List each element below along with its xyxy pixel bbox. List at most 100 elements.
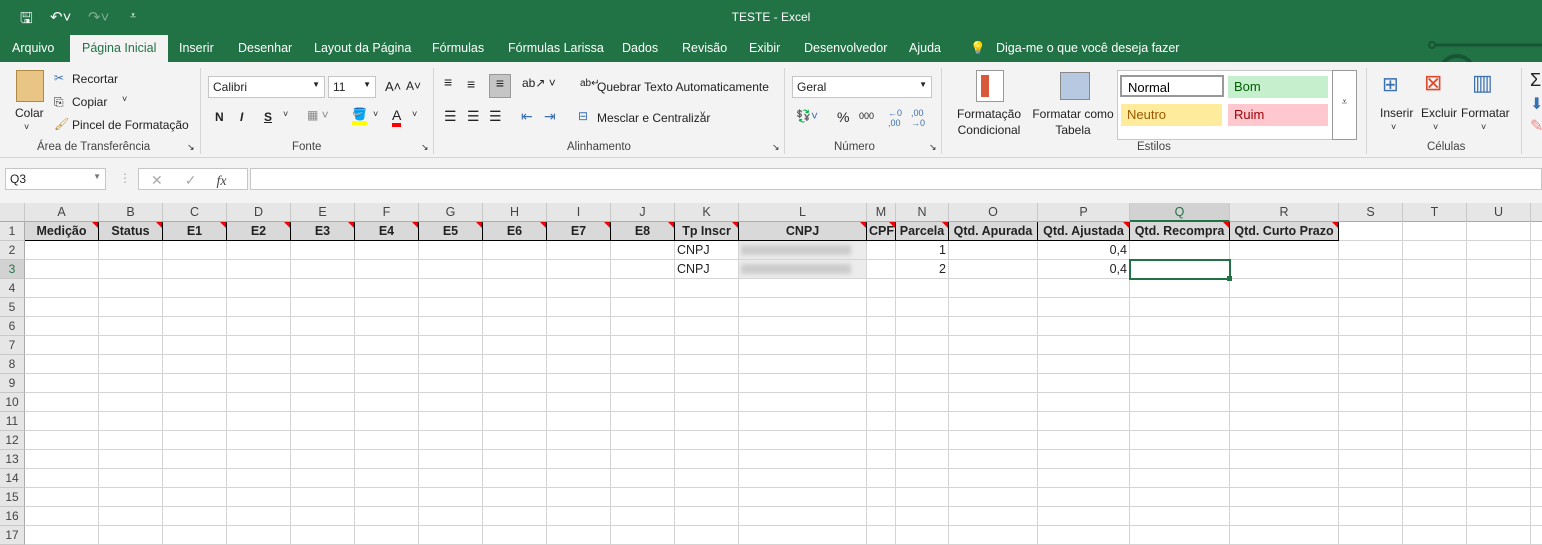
cell-R8[interactable] bbox=[1230, 355, 1339, 374]
italic-button[interactable]: I bbox=[240, 110, 243, 124]
comment-indicator-icon[interactable] bbox=[540, 222, 546, 228]
comment-indicator-icon[interactable] bbox=[889, 222, 895, 228]
cell-C3[interactable] bbox=[163, 260, 227, 279]
cell-D5[interactable] bbox=[227, 298, 291, 317]
cell-partial[interactable] bbox=[1531, 450, 1542, 469]
cell-E9[interactable] bbox=[291, 374, 355, 393]
cell-H8[interactable] bbox=[483, 355, 547, 374]
cell-T15[interactable] bbox=[1403, 488, 1467, 507]
cell-T5[interactable] bbox=[1403, 298, 1467, 317]
cell-N11[interactable] bbox=[896, 412, 949, 431]
cell-L4[interactable] bbox=[739, 279, 867, 298]
column-header-S[interactable]: S bbox=[1339, 203, 1403, 222]
cell-Q3[interactable] bbox=[1129, 259, 1231, 280]
enter-icon[interactable]: ✓ bbox=[185, 172, 197, 188]
cell-Q5[interactable] bbox=[1130, 298, 1230, 317]
cell-Q7[interactable] bbox=[1130, 336, 1230, 355]
header-cell-G[interactable]: E5 bbox=[419, 222, 483, 241]
align-bottom-icon[interactable]: ≡ bbox=[489, 74, 511, 98]
cell-M5[interactable] bbox=[867, 298, 896, 317]
cell-C6[interactable] bbox=[163, 317, 227, 336]
tab-exibir[interactable]: Exibir bbox=[749, 41, 780, 55]
column-header-partial[interactable] bbox=[1531, 203, 1542, 222]
cell-P5[interactable] bbox=[1038, 298, 1130, 317]
cell-B15[interactable] bbox=[99, 488, 163, 507]
cell-C17[interactable] bbox=[163, 526, 227, 545]
cell-U6[interactable] bbox=[1467, 317, 1531, 336]
cell-L2[interactable] bbox=[739, 241, 867, 260]
decrease-decimal-icon[interactable]: ,00 →0 bbox=[911, 108, 925, 128]
cell-S10[interactable] bbox=[1339, 393, 1403, 412]
cell-J8[interactable] bbox=[611, 355, 675, 374]
cell-R15[interactable] bbox=[1230, 488, 1339, 507]
column-header-R[interactable]: R bbox=[1230, 203, 1339, 222]
cell-P2[interactable]: 0,4 bbox=[1038, 241, 1130, 260]
cell-I17[interactable] bbox=[547, 526, 611, 545]
cell-R4[interactable] bbox=[1230, 279, 1339, 298]
cell-T11[interactable] bbox=[1403, 412, 1467, 431]
cell-P11[interactable] bbox=[1038, 412, 1130, 431]
comment-indicator-icon[interactable] bbox=[476, 222, 482, 228]
cell-S7[interactable] bbox=[1339, 336, 1403, 355]
cell-A8[interactable] bbox=[25, 355, 99, 374]
fill-handle[interactable] bbox=[1227, 276, 1232, 281]
cell-U5[interactable] bbox=[1467, 298, 1531, 317]
cell-R10[interactable] bbox=[1230, 393, 1339, 412]
cell-D12[interactable] bbox=[227, 431, 291, 450]
cell-B4[interactable] bbox=[99, 279, 163, 298]
column-header-U[interactable]: U bbox=[1467, 203, 1531, 222]
cell-K3[interactable]: CNPJ bbox=[675, 260, 739, 279]
cell-P16[interactable] bbox=[1038, 507, 1130, 526]
column-header-D[interactable]: D bbox=[227, 203, 291, 222]
cell-I3[interactable] bbox=[547, 260, 611, 279]
cell-B9[interactable] bbox=[99, 374, 163, 393]
cell-L15[interactable] bbox=[739, 488, 867, 507]
insert-cells-button[interactable]: Inserir bbox=[1380, 106, 1413, 120]
cell-C12[interactable] bbox=[163, 431, 227, 450]
cell-L17[interactable] bbox=[739, 526, 867, 545]
tab-pagina-inicial[interactable]: Página Inicial bbox=[70, 35, 169, 62]
align-center-icon[interactable]: ☰ bbox=[467, 108, 480, 125]
row-header-9[interactable]: 9 bbox=[0, 374, 25, 393]
cell-S15[interactable] bbox=[1339, 488, 1403, 507]
tab-desenvolvedor[interactable]: Desenvolvedor bbox=[804, 41, 887, 55]
copy-button[interactable]: Copiar bbox=[72, 95, 107, 109]
comment-indicator-icon[interactable] bbox=[860, 222, 866, 228]
column-header-M[interactable]: M bbox=[867, 203, 896, 222]
cell-G5[interactable] bbox=[419, 298, 483, 317]
tab-ajuda[interactable]: Ajuda bbox=[909, 41, 941, 55]
cell-I4[interactable] bbox=[547, 279, 611, 298]
tell-me-search[interactable]: Diga-me o que você deseja fazer bbox=[996, 41, 1179, 55]
cell-N14[interactable] bbox=[896, 469, 949, 488]
cell-partial[interactable] bbox=[1531, 507, 1542, 526]
cell-N2[interactable]: 1 bbox=[896, 241, 949, 260]
row-header-8[interactable]: 8 bbox=[0, 355, 25, 374]
cell-H14[interactable] bbox=[483, 469, 547, 488]
cell-A15[interactable] bbox=[25, 488, 99, 507]
column-header-F[interactable]: F bbox=[355, 203, 419, 222]
font-color-dropdown-icon[interactable]: ˅ bbox=[412, 109, 417, 119]
header-cell-O[interactable]: Qtd. Apurada bbox=[949, 222, 1038, 241]
cell-C15[interactable] bbox=[163, 488, 227, 507]
cell-J16[interactable] bbox=[611, 507, 675, 526]
cell-E2[interactable] bbox=[291, 241, 355, 260]
cell-A5[interactable] bbox=[25, 298, 99, 317]
column-header-O[interactable]: O bbox=[949, 203, 1038, 222]
cell-A3[interactable] bbox=[25, 260, 99, 279]
cell-D14[interactable] bbox=[227, 469, 291, 488]
cell-K8[interactable] bbox=[675, 355, 739, 374]
cell-I6[interactable] bbox=[547, 317, 611, 336]
cell-I8[interactable] bbox=[547, 355, 611, 374]
row-header-17[interactable]: 17 bbox=[0, 526, 25, 545]
cell-O2[interactable] bbox=[949, 241, 1038, 260]
cell-L13[interactable] bbox=[739, 450, 867, 469]
cell-B14[interactable] bbox=[99, 469, 163, 488]
cell-Q10[interactable] bbox=[1130, 393, 1230, 412]
select-all-corner[interactable] bbox=[0, 203, 25, 222]
fx-button[interactable]: fx bbox=[216, 174, 226, 189]
tab-inserir[interactable]: Inserir bbox=[179, 41, 214, 55]
cell-E14[interactable] bbox=[291, 469, 355, 488]
cell-N4[interactable] bbox=[896, 279, 949, 298]
cell-O7[interactable] bbox=[949, 336, 1038, 355]
cell-N13[interactable] bbox=[896, 450, 949, 469]
